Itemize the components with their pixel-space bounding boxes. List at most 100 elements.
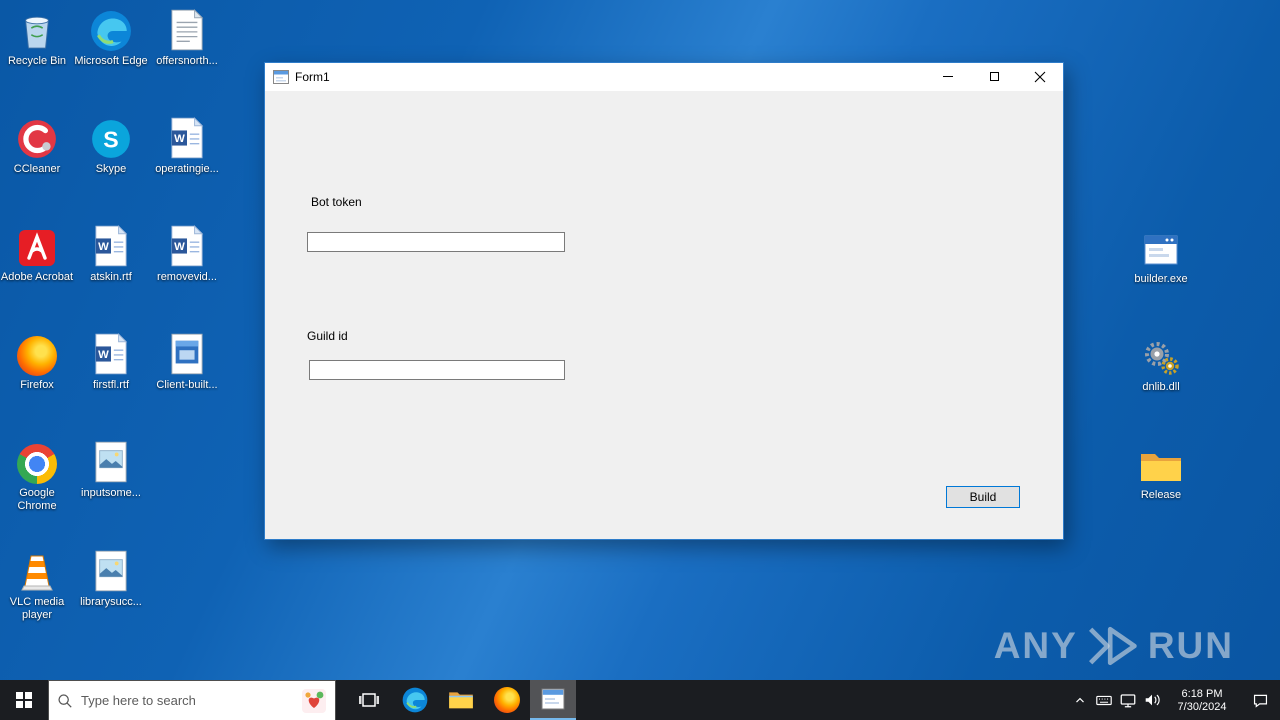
image-file-icon (150, 328, 224, 376)
recycle-bin-icon (0, 4, 74, 52)
minimize-icon (943, 76, 953, 77)
build-button[interactable]: Build (946, 486, 1020, 508)
desktop-icon-offersnorth[interactable]: offersnorth... (150, 4, 224, 68)
desktop-icon-label: CCleaner (13, 163, 61, 175)
desktop-icon-inputsome[interactable]: inputsome... (74, 436, 148, 500)
firefox-icon (0, 328, 74, 376)
desktop-icon-label: Google Chrome (17, 487, 57, 512)
watermark-text-run: RUN (1147, 625, 1234, 666)
taskbar-apps (346, 680, 576, 720)
word-document-icon: W (150, 112, 224, 160)
system-tray: 6:18 PM 7/30/2024 (1068, 680, 1280, 720)
clock-time: 6:18 PM (1181, 687, 1223, 700)
anyrun-watermark: ANY RUN (994, 624, 1234, 668)
guild-id-label: Guild id (307, 329, 348, 343)
desktop-icon-removevid[interactable]: W removevid... (150, 220, 224, 284)
desktop-icon-recycle-bin[interactable]: Recycle Bin (0, 4, 74, 68)
volume-button[interactable] (1140, 680, 1164, 720)
desktop: Recycle Bin Microsoft Edge offersnorth..… (0, 0, 1280, 720)
form-app-icon (273, 70, 289, 84)
search-icon (58, 693, 72, 708)
desktop-icon-label: Release (1140, 489, 1182, 501)
desktop-icon-label: removevid... (157, 271, 217, 283)
image-file-icon (74, 545, 148, 593)
action-center-button[interactable] (1240, 680, 1280, 720)
close-button[interactable] (1017, 63, 1063, 90)
taskbar-edge[interactable] (392, 680, 438, 720)
taskbar-file-explorer[interactable] (438, 680, 484, 720)
close-icon (1034, 71, 1046, 82)
desktop-icon-microsoft-edge[interactable]: Microsoft Edge (74, 4, 148, 68)
network-icon (1120, 694, 1136, 708)
touch-keyboard-button[interactable] (1092, 680, 1116, 720)
vlc-icon (0, 545, 74, 593)
app-window-icon (1124, 222, 1198, 270)
desktop-icon-operatingie[interactable]: W operatingie... (150, 112, 224, 176)
word-document-icon: W (74, 328, 148, 376)
desktop-icon-dnlib-dll[interactable]: dnlib.dll (1124, 330, 1198, 394)
desktop-icon-client-built[interactable]: Client-built... (150, 328, 224, 392)
desktop-icon-label: operatingie... (155, 163, 219, 175)
taskbar: Type here to search 6:18 PM 7/30/2024 (0, 680, 1280, 720)
task-view-icon (359, 693, 379, 707)
anyrun-logo-icon (1086, 624, 1140, 668)
desktop-icon-adobe-acrobat[interactable]: Adobe Acrobat (0, 220, 74, 284)
acrobat-icon (0, 220, 74, 268)
desktop-icon-label: Client-built... (156, 379, 218, 391)
edge-icon (74, 4, 148, 52)
folder-icon (1124, 438, 1198, 486)
desktop-icon-label: VLC media player (9, 596, 65, 621)
text-document-icon (150, 4, 224, 52)
start-button[interactable] (0, 680, 48, 720)
desktop-icon-label: offersnorth... (156, 55, 218, 67)
form-app-icon (541, 688, 565, 710)
svg-text:W: W (98, 241, 109, 253)
desktop-icon-builder-exe[interactable]: builder.exe (1124, 222, 1198, 286)
svg-text:W: W (174, 241, 185, 253)
desktop-icon-label: inputsome... (81, 487, 141, 499)
desktop-icon-atskin-rtf[interactable]: W atskin.rtf (74, 220, 148, 284)
svg-text:W: W (174, 133, 185, 145)
desktop-icon-label: Skype (95, 163, 127, 175)
window-titlebar[interactable]: Form1 (265, 63, 1063, 91)
desktop-icon-label: Adobe Acrobat (0, 271, 74, 283)
volume-icon (1145, 694, 1160, 706)
watermark-text-any: ANY (993, 625, 1078, 666)
word-document-icon: W (74, 220, 148, 268)
form-client-area: Bot token Guild id Build (265, 91, 1063, 540)
guild-id-input[interactable] (309, 360, 565, 380)
svg-text:S: S (103, 126, 118, 152)
hidden-icons-button[interactable] (1068, 680, 1092, 720)
network-button[interactable] (1116, 680, 1140, 720)
gears-icon (1124, 330, 1198, 378)
chrome-icon (0, 436, 74, 484)
desktop-icon-vlc[interactable]: VLC media player (0, 545, 74, 622)
chevron-up-icon (1076, 697, 1084, 703)
image-file-icon (74, 436, 148, 484)
taskbar-clock[interactable]: 6:18 PM 7/30/2024 (1164, 687, 1240, 714)
windows-logo-icon (16, 692, 32, 708)
bot-token-input[interactable] (307, 232, 565, 252)
taskbar-form1-app[interactable] (530, 680, 576, 720)
minimize-button[interactable] (925, 63, 971, 90)
desktop-icon-skype[interactable]: S Skype (74, 112, 148, 176)
ccleaner-icon (0, 112, 74, 160)
desktop-icon-label: Microsoft Edge (74, 55, 148, 67)
desktop-icon-release-folder[interactable]: Release (1124, 438, 1198, 502)
desktop-icon-firstfl-rtf[interactable]: W firstfl.rtf (74, 328, 148, 392)
bot-token-label: Bot token (311, 195, 362, 209)
taskbar-search[interactable]: Type here to search (48, 680, 336, 720)
desktop-icon-label: firstfl.rtf (92, 379, 130, 391)
maximize-icon (989, 72, 999, 81)
task-view-button[interactable] (346, 680, 392, 720)
desktop-icon-librarysucc[interactable]: librarysucc... (74, 545, 148, 609)
desktop-icon-firefox[interactable]: Firefox (0, 328, 74, 392)
taskbar-firefox[interactable] (484, 680, 530, 720)
desktop-icon-ccleaner[interactable]: CCleaner (0, 112, 74, 176)
search-placeholder: Type here to search (81, 693, 196, 708)
svg-text:W: W (98, 349, 109, 361)
interests-weather-icon (301, 688, 327, 714)
desktop-icon-google-chrome[interactable]: Google Chrome (0, 436, 74, 513)
maximize-button[interactable] (971, 63, 1017, 90)
desktop-icon-label: atskin.rtf (90, 271, 132, 283)
